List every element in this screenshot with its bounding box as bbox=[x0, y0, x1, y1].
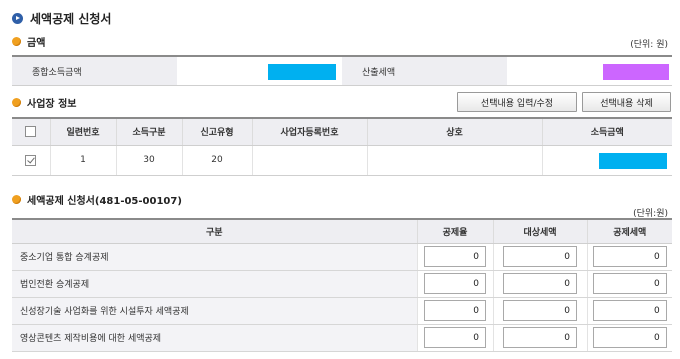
total-income-label: 종합소득금액 bbox=[12, 57, 177, 85]
table-row: 영상콘텐츠 제작비용에 대한 세액공제 bbox=[12, 324, 672, 352]
page-header: 세액공제 신청서 bbox=[12, 9, 111, 27]
computed-tax-value bbox=[507, 57, 672, 85]
row-select-cell bbox=[12, 145, 51, 176]
total-income-redacted-bar bbox=[268, 64, 336, 80]
col-header-report-type: 신고유형 bbox=[182, 117, 253, 146]
rate-input[interactable] bbox=[424, 300, 486, 321]
amount-table: 종합소득금액 산출세액 bbox=[12, 55, 672, 86]
col-header-trade-name: 상호 bbox=[367, 117, 543, 146]
deduction-section-title: 세액공제 신청서(481-05-00107) bbox=[27, 195, 182, 207]
input-edit-button[interactable]: 선택내용 입력/수정 bbox=[457, 92, 577, 112]
row-label: 중소기업 통합 승계공제 bbox=[12, 243, 418, 271]
row-label: 신성장기술 사업화를 위한 시설투자 세액공제 bbox=[12, 297, 418, 325]
target-tax-input[interactable] bbox=[503, 300, 577, 321]
row-checkbox[interactable] bbox=[25, 154, 37, 166]
trade-name-cell bbox=[367, 145, 543, 176]
col-header-rate: 공제율 bbox=[417, 218, 494, 244]
col-header-target-tax: 대상세액 bbox=[493, 218, 588, 244]
deduction-tax-input[interactable] bbox=[592, 273, 667, 294]
deduction-tax-input[interactable] bbox=[592, 327, 667, 348]
row-label: 법인전환 승계공제 bbox=[12, 270, 418, 298]
income-type-cell: 30 bbox=[116, 145, 183, 176]
col-header-deduction-tax: 공제세액 bbox=[587, 218, 672, 244]
amount-unit-label: (단위: 원) bbox=[630, 40, 668, 50]
bullet-icon bbox=[12, 97, 21, 107]
deduction-table-header: 구분 공제율 대상세액 공제세액 bbox=[12, 218, 672, 244]
col-header-category: 구분 bbox=[12, 218, 418, 244]
bullet-icon bbox=[12, 36, 21, 46]
table-row[interactable]: 1 30 20 bbox=[12, 145, 672, 176]
select-all-cell bbox=[12, 117, 51, 146]
title-arrow-icon bbox=[12, 12, 23, 24]
serial-cell: 1 bbox=[50, 145, 117, 176]
rate-input[interactable] bbox=[424, 273, 486, 294]
table-row: 중소기업 통합 승계공제 bbox=[12, 243, 672, 271]
target-tax-input[interactable] bbox=[503, 246, 577, 267]
delete-button[interactable]: 선택내용 삭제 bbox=[582, 92, 671, 112]
business-table-header: 일련번호 소득구분 신고유형 사업자등록번호 상호 소득금액 bbox=[12, 117, 672, 146]
total-income-value bbox=[177, 57, 342, 85]
rate-input[interactable] bbox=[424, 327, 486, 348]
select-all-checkbox[interactable] bbox=[25, 126, 37, 138]
table-row: 신성장기술 사업화를 위한 시설투자 세액공제 bbox=[12, 297, 672, 325]
col-header-income-type: 소득구분 bbox=[116, 117, 183, 146]
deduction-tax-input[interactable] bbox=[592, 246, 667, 267]
row-label: 영상콘텐츠 제작비용에 대한 세액공제 bbox=[12, 324, 418, 352]
amount-section-title: 금액 bbox=[27, 37, 46, 49]
rate-input[interactable] bbox=[424, 246, 486, 267]
deduction-tax-input[interactable] bbox=[592, 300, 667, 321]
amount-section-heading: 금액 bbox=[12, 34, 46, 49]
biz-reg-no-cell bbox=[252, 145, 368, 176]
bullet-icon bbox=[12, 194, 21, 204]
computed-tax-redacted-bar bbox=[603, 64, 669, 80]
target-tax-input[interactable] bbox=[503, 273, 577, 294]
report-type-cell: 20 bbox=[182, 145, 253, 176]
computed-tax-label: 산출세액 bbox=[342, 57, 507, 85]
income-amount-redacted-bar bbox=[598, 152, 667, 169]
deduction-table: 구분 공제율 대상세액 공제세액 중소기업 통합 승계공제 법인전환 승계공제 … bbox=[12, 218, 672, 352]
business-section-heading: 사업장 정보 bbox=[12, 95, 77, 110]
table-row: 법인전환 승계공제 bbox=[12, 270, 672, 298]
col-header-biz-reg-no: 사업자등록번호 bbox=[252, 117, 368, 146]
business-table: 일련번호 소득구분 신고유형 사업자등록번호 상호 소득금액 1 30 20 bbox=[12, 117, 672, 176]
deduction-section-heading: 세액공제 신청서(481-05-00107) bbox=[12, 192, 182, 207]
col-header-income-amount: 소득금액 bbox=[542, 117, 672, 146]
business-section-title: 사업장 정보 bbox=[27, 98, 77, 110]
page-title: 세액공제 신청서 bbox=[30, 11, 112, 26]
col-header-serial: 일련번호 bbox=[50, 117, 117, 146]
target-tax-input[interactable] bbox=[503, 327, 577, 348]
income-amount-cell bbox=[542, 145, 672, 176]
